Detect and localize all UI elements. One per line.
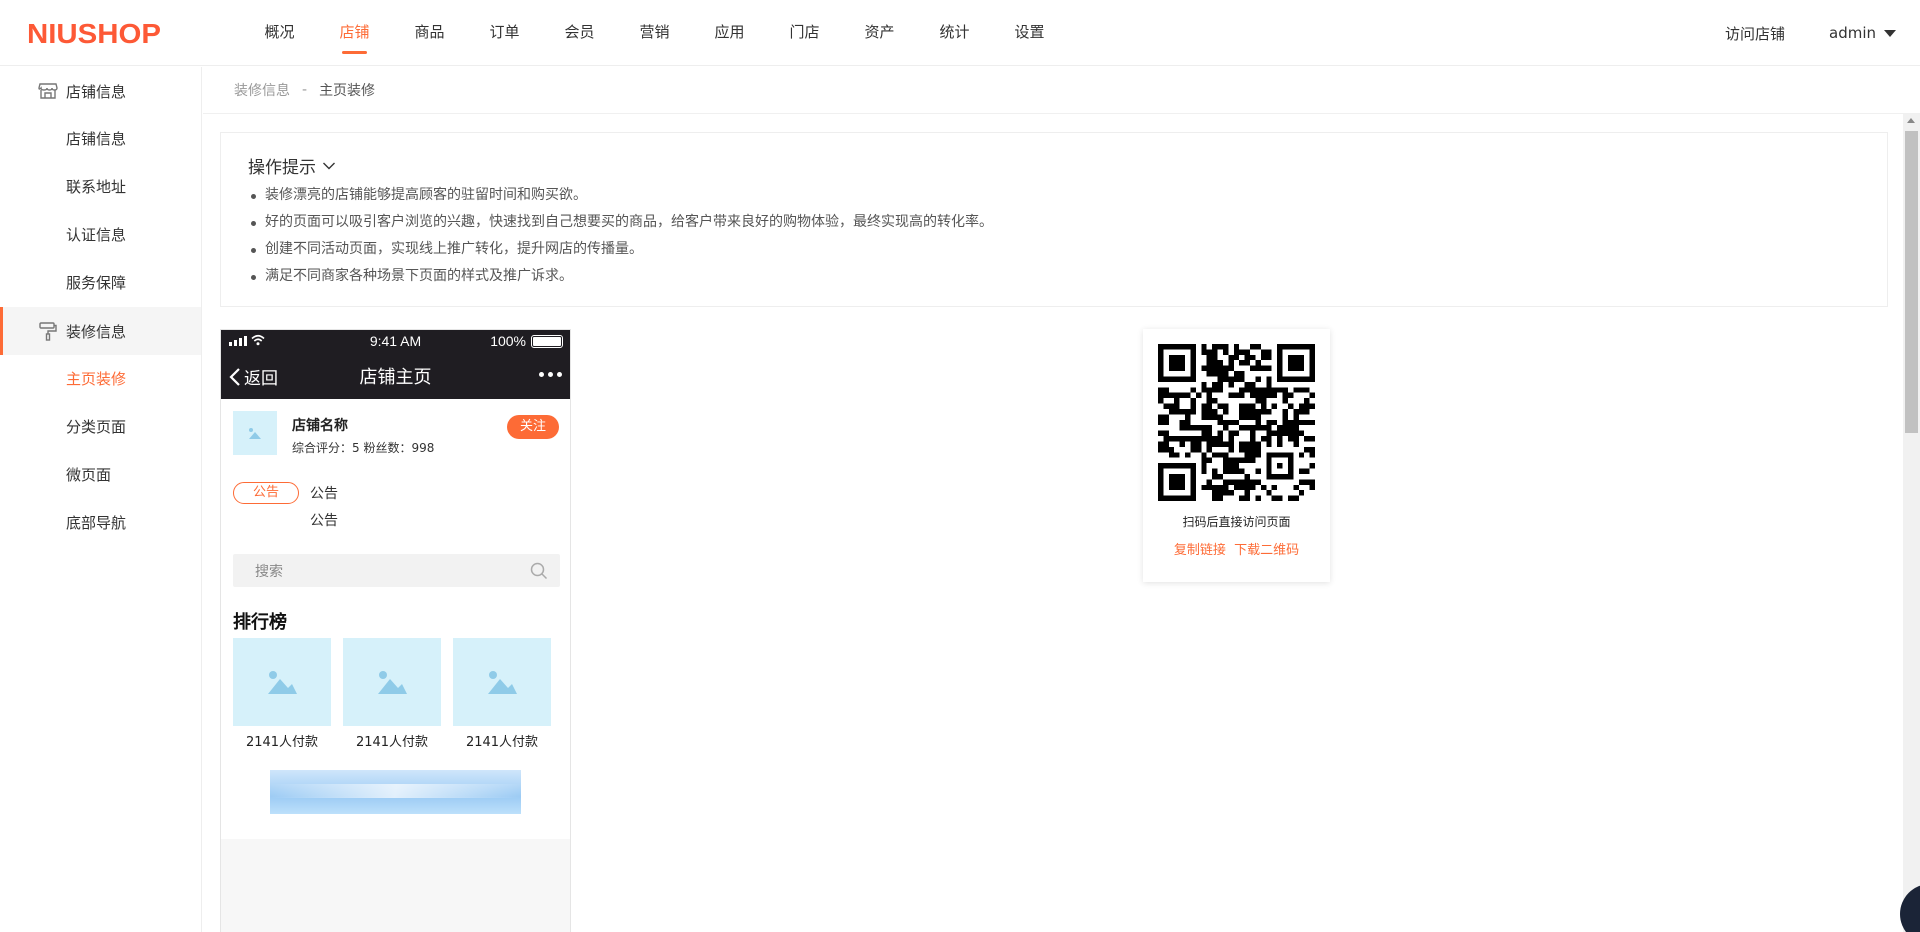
top-bar: NIUSHOP 概况 店铺 商品 订单 会员 营销 应用 门店 资产 统计 设置… [0,0,1920,66]
qr-code [1158,344,1315,501]
nav-stats[interactable]: 统计 [917,0,992,66]
sidebar-item-contact-address[interactable]: 联系地址 [0,163,201,211]
banner-image [270,770,521,814]
sidebar-group-label: 装修信息 [66,322,127,341]
product-image [233,638,331,726]
more-icon[interactable] [539,372,562,377]
phone-nav-bar: 返回 店铺主页 [221,352,570,399]
phone-search-bar[interactable]: 搜索 [233,554,560,587]
page-scrollbar[interactable] [1903,114,1920,932]
ranking-item[interactable]: 2141人付款 [343,638,441,750]
image-placeholder-icon [249,428,261,439]
qr-links: 复制链接 下载二维码 [1143,539,1330,558]
sidebar-item-bottom-nav[interactable]: 底部导航 [0,499,201,547]
caret-down-icon [1884,29,1896,37]
nav-goods[interactable]: 商品 [392,0,467,66]
breadcrumb-separator: - [302,82,308,98]
operation-tips-panel: 操作提示 装修漂亮的店铺能够提高顾客的驻留时间和购买欲。 好的页面可以吸引客户浏… [220,132,1888,307]
user-menu[interactable]: admin [1829,24,1896,42]
nav-apps[interactable]: 应用 [692,0,767,66]
tips-toggle[interactable]: 操作提示 [248,153,1860,178]
chevron-down-icon [323,162,335,169]
image-placeholder-icon [378,671,407,694]
nav-orders[interactable]: 订单 [467,0,542,66]
shop-name: 店铺名称 [292,418,348,434]
qr-caption: 扫码后直接访问页面 [1182,515,1291,529]
battery-percent: 100% [490,333,526,349]
sidebar-group-decoration[interactable]: 装修信息 [0,307,201,355]
notice-line: 公告 [310,486,338,502]
scroll-thumb[interactable] [1905,131,1918,433]
search-icon [530,562,548,579]
copy-link-button[interactable]: 复制链接 [1174,543,1226,558]
ranking-item-label: 2141人付款 [465,735,539,750]
tip-item: 装修漂亮的店铺能够提高顾客的驻留时间和购买欲。 [248,182,1860,209]
product-image [453,638,551,726]
nav-marketing[interactable]: 营销 [617,0,692,66]
ranking-title: 排行榜 [233,612,287,633]
scroll-up-arrow-icon[interactable] [1907,118,1915,123]
notice-line: 公告 [310,513,338,529]
product-image [343,638,441,726]
nav-members[interactable]: 会员 [542,0,617,66]
sidebar-item-store-info[interactable]: 店铺信息 [0,115,201,163]
sidebar: 店铺信息 店铺信息 联系地址 认证信息 服务保障 装修信息 主页装修 分类页面 … [0,67,202,932]
ranking-item-label: 2141人付款 [245,735,319,750]
tips-list: 装修漂亮的店铺能够提高顾客的驻留时间和购买欲。 好的页面可以吸引客户浏览的兴趣，… [248,182,1860,290]
download-qr-button[interactable]: 下载二维码 [1234,543,1299,558]
nav-assets[interactable]: 资产 [842,0,917,66]
top-right: 访问店铺 admin [1725,0,1896,66]
sidebar-item-home-decoration[interactable]: 主页装修 [0,355,201,403]
nav-settings[interactable]: 设置 [992,0,1067,66]
battery-icon [531,335,563,348]
breadcrumb: 装修信息 - 主页装修 [203,67,1920,114]
tip-item: 好的页面可以吸引客户浏览的兴趣，快速找到自己想要买的商品，给客户带来良好的购物体… [248,209,1860,236]
search-placeholder: 搜索 [255,563,283,580]
notice-tag: 公告 [233,482,299,504]
breadcrumb-parent[interactable]: 装修信息 [234,80,290,100]
tips-title: 操作提示 [248,158,316,178]
image-placeholder-icon [268,671,297,694]
phone-header: 9:41 AM 100% 返回 店铺主页 [221,330,570,399]
ranking-item-label: 2141人付款 [355,735,429,750]
sidebar-group-store-info[interactable]: 店铺信息 [0,67,201,115]
user-name: admin [1829,24,1876,42]
visit-store-link[interactable]: 访问店铺 [1725,23,1785,44]
shop-stats: 综合评分：5 粉丝数：998 [292,441,435,455]
image-placeholder-icon [488,671,517,694]
sidebar-item-certification[interactable]: 认证信息 [0,211,201,259]
follow-button[interactable]: 关注 [507,415,559,439]
phone-preview: 9:41 AM 100% 返回 店铺主页 店铺名称 综合评分：5 粉丝数：998… [220,329,571,932]
sidebar-item-category-page[interactable]: 分类页面 [0,403,201,451]
ranking-item[interactable]: 2141人付款 [453,638,551,750]
sidebar-group-label: 店铺信息 [66,82,127,101]
nav-overview[interactable]: 概况 [242,0,317,66]
phone-status-bar: 9:41 AM 100% [221,330,570,352]
qr-card: 扫码后直接访问页面 复制链接 下载二维码 [1143,329,1330,582]
sidebar-item-service-guarantee[interactable]: 服务保障 [0,259,201,307]
store-icon [38,83,58,99]
ranking-item[interactable]: 2141人付款 [233,638,331,750]
nav-store[interactable]: 店铺 [317,0,392,66]
paint-roller-icon [39,322,57,341]
nav-shops[interactable]: 门店 [767,0,842,66]
ranking-list: 2141人付款 2141人付款 2141人付款 [233,638,551,750]
logo[interactable]: NIUSHOP [27,18,161,50]
shop-avatar [233,411,277,455]
phone-page-title: 店铺主页 [359,367,432,388]
sidebar-item-micro-page[interactable]: 微页面 [0,451,201,499]
tip-item: 创建不同活动页面，实现线上推广转化，提升网店的传播量。 [248,236,1860,263]
breadcrumb-current: 主页装修 [319,83,376,99]
tip-item: 满足不同商家各种场景下页面的样式及推广诉求。 [248,263,1860,290]
top-nav: 概况 店铺 商品 订单 会员 营销 应用 门店 资产 统计 设置 [242,0,1067,66]
